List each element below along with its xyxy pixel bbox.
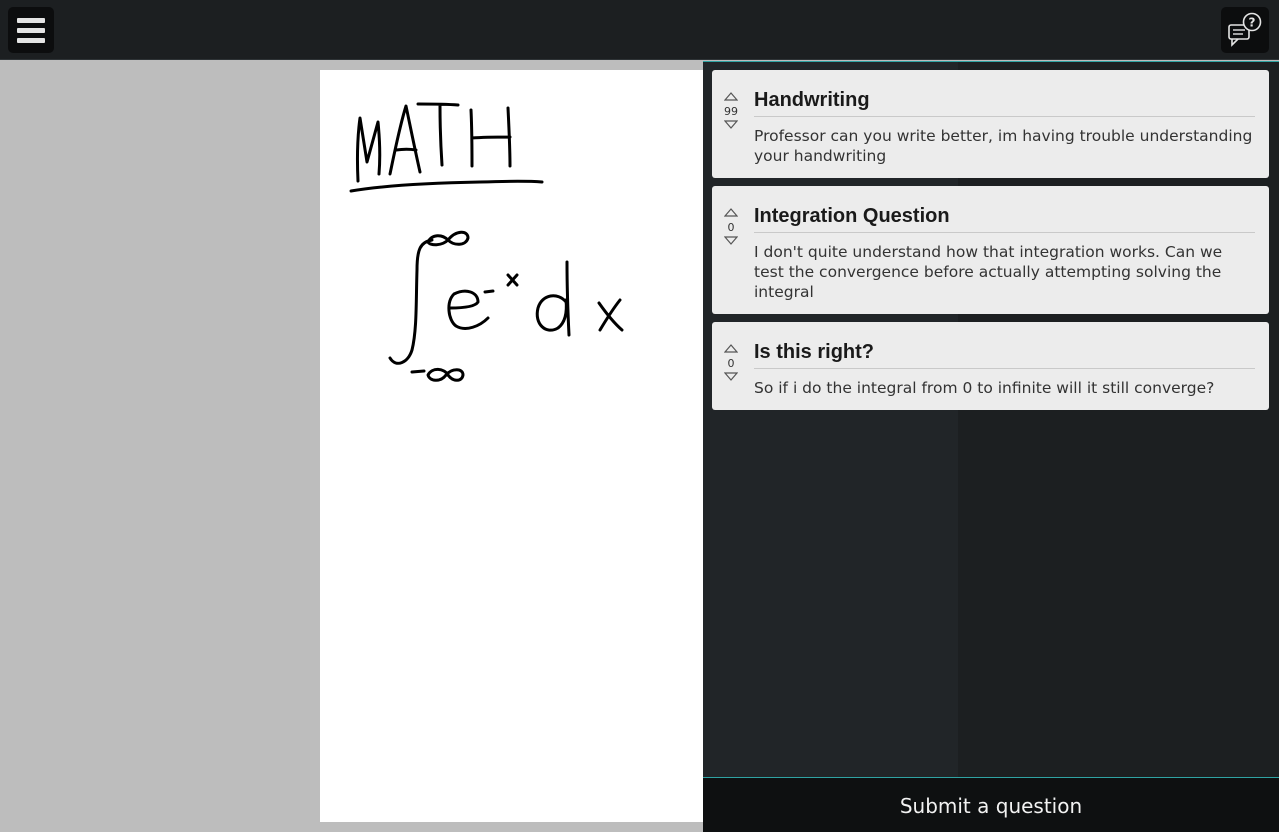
handwritten-letter-e <box>447 289 490 330</box>
vote-control: 99 <box>720 92 742 129</box>
vote-control: 0 <box>720 344 742 381</box>
vote-count: 99 <box>724 105 738 118</box>
handwritten-minus <box>410 369 426 374</box>
menu-icon-bar <box>17 27 45 33</box>
menu-icon-bar <box>17 17 45 23</box>
downvote-arrow-icon[interactable] <box>724 372 738 381</box>
whiteboard-page[interactable] <box>320 70 703 822</box>
downvote-arrow-icon[interactable] <box>724 236 738 245</box>
handwritten-integral-sign <box>388 238 434 365</box>
handwritten-underline <box>349 179 544 193</box>
handwritten-letter-m <box>355 116 382 183</box>
vote-control: 0 <box>720 208 742 245</box>
handwritten-exponent-minus <box>483 289 495 294</box>
downvote-arrow-icon[interactable] <box>724 120 738 129</box>
question-body: Professor can you write better, im havin… <box>754 127 1253 165</box>
question-title: Integration Question <box>754 204 1255 233</box>
handwritten-letter-h <box>469 106 512 168</box>
handwritten-infinity-lower <box>426 367 465 382</box>
handwritten-exponent-x <box>506 273 519 287</box>
handwritten-letter-d <box>535 260 571 337</box>
svg-text:?: ? <box>1249 16 1256 30</box>
questions-toggle-button[interactable]: ? <box>1221 7 1269 53</box>
upvote-arrow-icon[interactable] <box>724 208 738 217</box>
menu-button[interactable] <box>8 7 54 53</box>
vote-count: 0 <box>727 221 735 234</box>
menu-icon-bar <box>17 37 45 43</box>
question-title: Handwriting <box>754 88 1255 117</box>
question-body: So if i do the integral from 0 to infini… <box>754 379 1215 397</box>
chat-question-icon: ? <box>1228 12 1262 47</box>
question-title: Is this right? <box>754 340 1255 369</box>
whiteboard-area <box>0 61 703 832</box>
question-card: 0 Integration Question I don't quite und… <box>712 186 1269 314</box>
handwritten-infinity-upper <box>426 230 470 247</box>
handwritten-letter-a <box>388 104 422 176</box>
upvote-arrow-icon[interactable] <box>724 344 738 353</box>
handwriting-drawing <box>349 102 624 382</box>
question-card: 0 Is this right? So if i do the integral… <box>712 322 1269 410</box>
submit-question-button[interactable]: Submit a question <box>703 777 1279 832</box>
question-card: 99 Handwriting Professor can you write b… <box>712 70 1269 178</box>
top-bar: ? <box>0 0 1279 60</box>
upvote-arrow-icon[interactable] <box>724 92 738 101</box>
handwritten-letter-t <box>416 102 460 167</box>
questions-panel: 99 Handwriting Professor can you write b… <box>703 61 1279 832</box>
submit-question-label: Submit a question <box>899 793 1083 818</box>
question-body: I don't quite understand how that integr… <box>754 243 1223 301</box>
question-list: 99 Handwriting Professor can you write b… <box>712 70 1269 418</box>
handwritten-letter-x <box>597 298 624 332</box>
vote-count: 0 <box>727 357 735 370</box>
